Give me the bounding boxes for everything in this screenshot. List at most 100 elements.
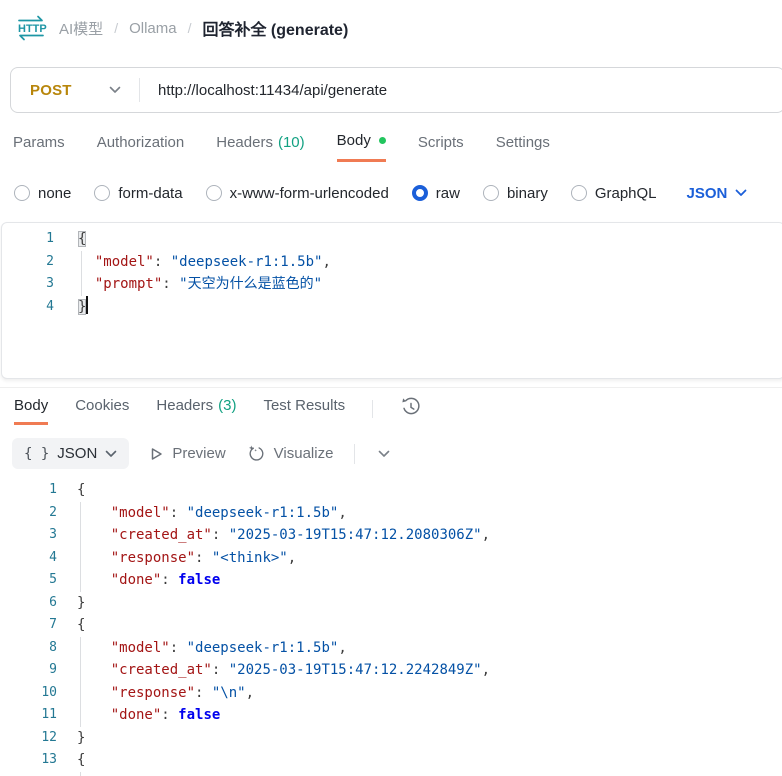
tab-settings[interactable]: Settings [496,132,550,162]
code-token: "\n" [211,684,246,701]
tab-body[interactable]: Body [336,132,386,162]
sparkle-icon [248,445,264,461]
breadcrumb-item-ollama[interactable]: Ollama [129,20,177,37]
tab-authorization[interactable]: Authorization [97,132,185,162]
radio-icon [205,185,222,201]
visualize-button[interactable]: Visualize [247,445,333,463]
response-history-button[interactable] [400,396,422,418]
code-line[interactable]: "response": "<think>", [77,547,782,570]
code-token: "deepseek-r1:1.5b" [186,639,339,656]
code-line[interactable]: } [77,592,782,615]
code-token: , [287,549,297,566]
code-token: "response" [110,549,196,566]
tab-label: Headers [156,397,214,414]
code-token: : [211,527,229,543]
preview-button[interactable]: Preview [150,445,226,462]
code-token: } [78,298,87,315]
code-token: "done" [110,572,162,588]
radio-graphql[interactable]: GraphQL [570,185,657,202]
tab-label: Scripts [417,133,464,151]
code-line[interactable]: { [77,479,782,502]
radio-none[interactable]: none [14,185,71,202]
toolbar-more-button[interactable] [376,448,392,460]
response-format-select[interactable]: { } JSON [12,438,130,469]
line-number: 13 [41,752,57,767]
breadcrumb-separator: / [114,20,119,36]
line-number: 2 [49,504,57,520]
response-body-viewer[interactable]: 1 2 3 4 5 6 7 8 9 10 11 12 13 { "model": "deepseek-r… [0,478,782,776]
code-line[interactable]: "model": "deepseek-r1:1.5b", [78,251,782,274]
code-line[interactable]: } [78,295,782,319]
breadcrumb-separator: / [187,20,192,36]
radio-binary[interactable]: binary [482,185,548,202]
divider [372,400,374,418]
response-toolbar: { } JSON Preview Visualize [12,438,392,469]
request-url-bar: POST [10,67,782,113]
code-token: "model" [94,253,154,270]
breadcrumb-item-ai-models[interactable]: AI模型 [59,18,103,39]
code-line[interactable]: { [78,228,782,251]
indent-guide [81,250,82,296]
code-token: { [77,617,86,633]
radio-form-data[interactable]: form-data [94,184,183,202]
code-line[interactable]: "model": "deepseek-r1:1.5b", [77,637,782,660]
code-area[interactable]: { "model": "deepseek-r1:1.5b", "created_… [57,479,782,776]
response-tabs: Body Cookies Headers (3) Test Results [14,397,422,425]
radio-icon [14,185,30,201]
code-line[interactable]: "model": "deepseek-r1:1.5b", [77,502,782,525]
response-tab-body[interactable]: Body [14,397,49,425]
code-token: , [245,684,255,701]
radio-raw[interactable]: raw [411,185,460,202]
code-line[interactable]: } [77,727,782,750]
line-number: 7 [49,617,57,632]
code-line[interactable]: "created_at": "2025-03-19T15:47:12.20803… [77,524,782,547]
tab-label: Body [336,132,371,149]
code-token: , [338,504,347,521]
code-line[interactable]: { [77,749,782,772]
response-tab-test-results[interactable]: Test Results [263,397,345,422]
code-token: "prompt" [94,276,163,292]
code-token: } [77,594,86,611]
radio-x-www-form-urlencoded[interactable]: x-www-form-urlencoded [205,184,389,202]
code-token: : [161,707,179,723]
code-area[interactable]: { "model": "deepseek-r1:1.5b", "prompt":… [54,228,782,378]
line-number: 1 [49,482,57,497]
radio-label: none [38,184,72,202]
url-input[interactable] [140,81,782,99]
tab-scripts[interactable]: Scripts [418,132,464,162]
method-label: POST [30,81,72,99]
line-number: 10 [41,684,57,700]
response-tab-headers[interactable]: Headers (3) [156,397,236,422]
method-select[interactable]: POST [11,68,139,112]
code-token: "2025-03-19T15:47:12.2080306Z" [228,527,482,543]
radio-label: form-data [118,184,183,202]
code-line[interactable]: "done": false [77,569,782,592]
radio-selected-icon [411,185,428,201]
indent-guide [80,771,81,776]
code-token: , [322,253,331,270]
raw-format-select[interactable]: JSON [687,185,748,202]
code-line[interactable]: { [77,614,782,637]
code-line[interactable]: "done": false [77,704,782,727]
format-label: JSON [57,445,98,462]
code-line[interactable]: "created_at": "2025-03-19T15:47:12.22428… [77,659,782,682]
history-icon [402,397,420,415]
code-line[interactable]: "response": "\n", [77,682,782,705]
line-number: 2 [46,253,54,269]
response-tab-cookies[interactable]: Cookies [75,397,129,422]
tab-headers[interactable]: Headers (10) [216,132,304,162]
chevron-down-icon [379,450,390,457]
request-body-editor[interactable]: 1 2 3 4 { "model": "deepseek-r1:1.5b", "pro… [1,222,782,379]
code-line[interactable]: "prompt": "天空为什么是蓝色的" [78,273,782,296]
radio-label: x-www-form-urlencoded [229,184,389,202]
text-cursor [86,295,89,314]
tab-params[interactable]: Params [13,132,65,162]
code-token: } [77,729,86,746]
code-token: "<think>" [211,549,288,566]
code-token: "天空为什么是蓝色的" [179,276,323,292]
